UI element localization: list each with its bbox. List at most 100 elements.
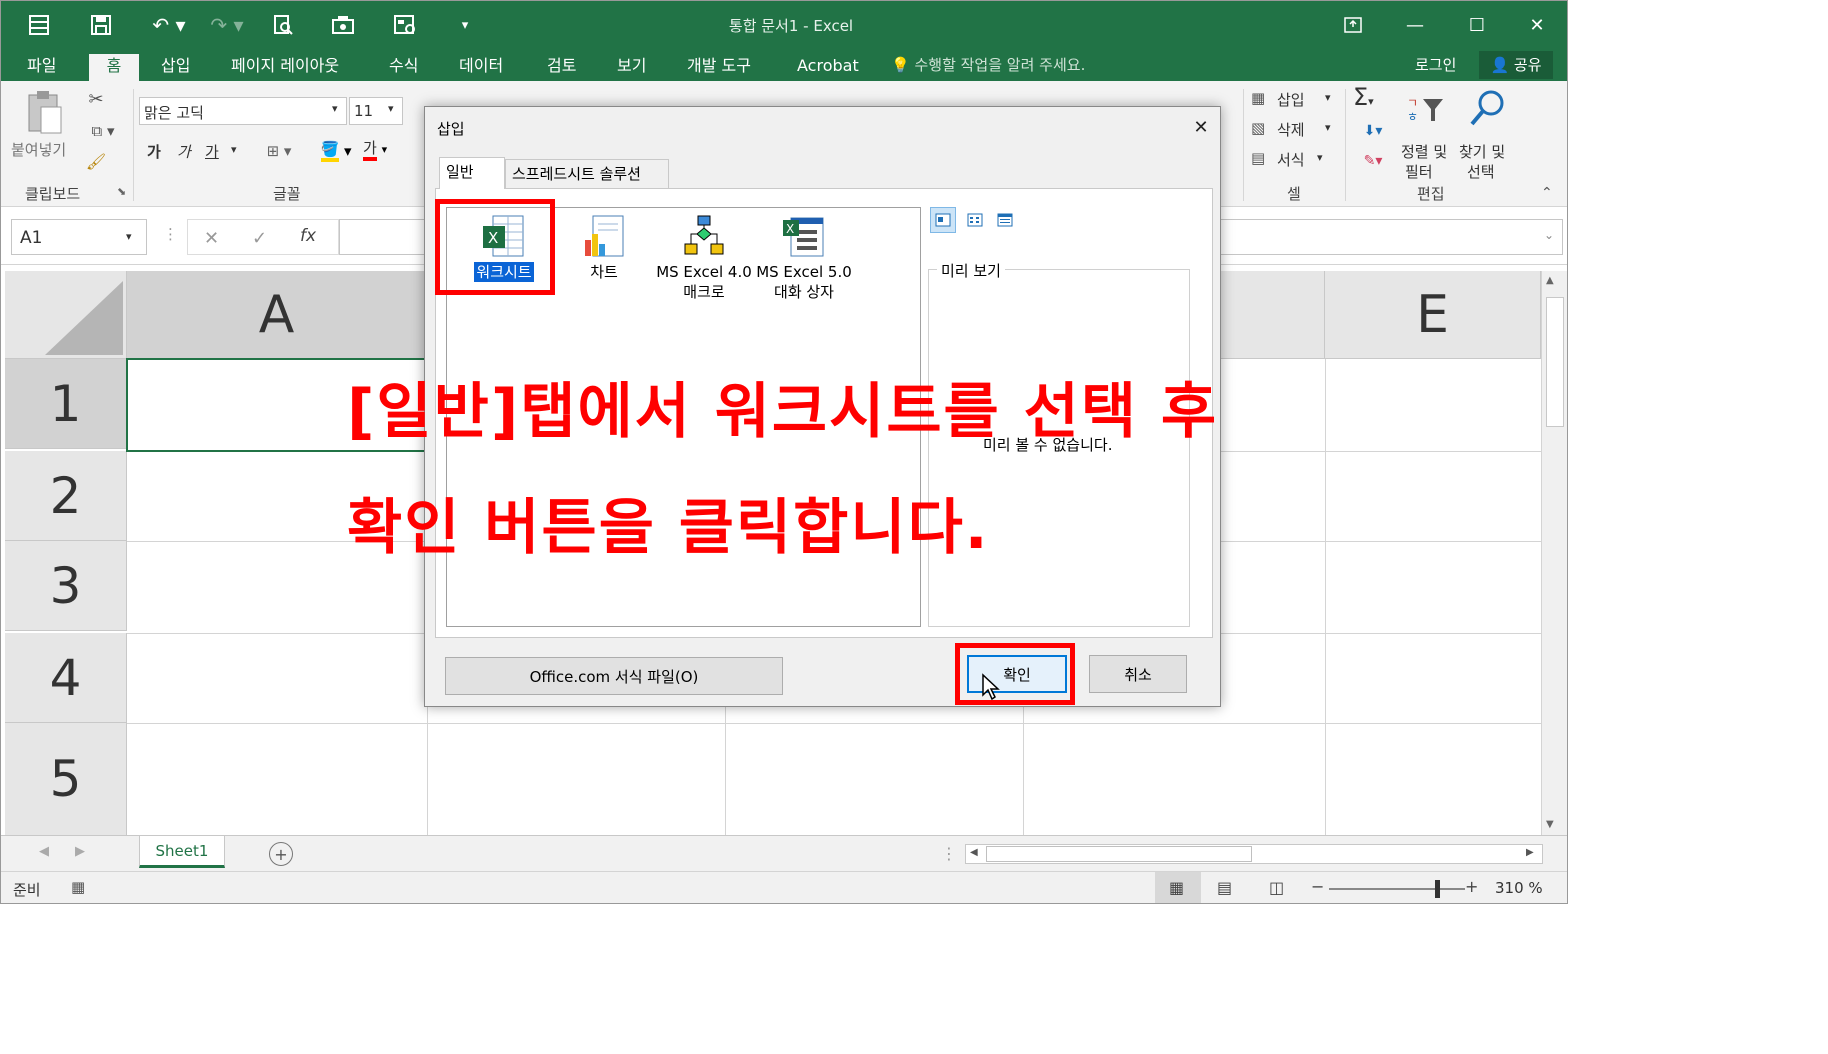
hscroll-splitter-icon[interactable]: ⋮ — [941, 844, 957, 863]
chevron-down-icon: ▾ — [388, 102, 394, 115]
previous-sheet-icon[interactable]: ◀ — [39, 844, 49, 859]
list-item-chart[interactable]: 차트 — [549, 214, 659, 282]
formula-bar-splitter-icon[interactable]: ⋮ — [163, 225, 178, 243]
sort-filter-button[interactable]: ㄱㅎ 정렬 및 필터 — [1401, 87, 1457, 181]
zoom-out-icon[interactable]: − — [1311, 877, 1324, 896]
group-separator — [133, 89, 134, 201]
list-item-excel5-dialog[interactable]: X MS Excel 5.0 대화 상자 — [749, 214, 859, 302]
tab-general[interactable]: 일반 — [439, 157, 505, 189]
autosum-button[interactable]: Σ▾ — [1353, 83, 1393, 111]
highlight-ok-box — [955, 643, 1075, 705]
row-header-1[interactable]: 1 — [5, 359, 127, 449]
paste-button[interactable]: 붙여넣기 — [11, 87, 75, 179]
fill-color-icon[interactable]: 🪣 ▾ — [315, 137, 357, 165]
tab-home[interactable]: 홈 — [89, 54, 139, 81]
row-header-3[interactable]: 3 — [5, 541, 127, 631]
tab-review[interactable]: 검토 — [539, 54, 584, 81]
office-templates-button[interactable]: Office.com 서식 파일(O) — [445, 657, 783, 695]
ribbon-display-options-icon[interactable] — [1333, 11, 1373, 39]
tab-spreadsheet-solutions[interactable]: 스프레드시트 솔루션 — [505, 159, 669, 189]
normal-view-icon[interactable]: ▦ — [1155, 872, 1201, 903]
cut-icon[interactable]: ✂ — [83, 87, 109, 111]
page-layout-view-icon[interactable]: ▤ — [1217, 878, 1232, 897]
row-header-4[interactable]: 4 — [5, 633, 127, 723]
close-icon[interactable]: ✕ — [1517, 11, 1557, 39]
border-icon[interactable]: ⊞ ▾ — [259, 139, 299, 163]
tab-file[interactable]: 파일 — [19, 54, 64, 81]
tab-acrobat[interactable]: Acrobat — [789, 54, 867, 81]
row-header-5[interactable]: 5 — [5, 723, 127, 835]
enter-icon[interactable]: ✓ — [252, 228, 267, 249]
list-item-excel4-macro[interactable]: MS Excel 4.0 매크로 — [649, 214, 759, 302]
zoom-in-icon[interactable]: + — [1465, 877, 1478, 896]
cancel-button[interactable]: 취소 — [1089, 655, 1187, 693]
tell-me-box[interactable]: 💡 수행할 작업을 알려 주세요. — [891, 53, 1085, 80]
list-view-icon[interactable] — [962, 207, 988, 233]
cells-format-button[interactable]: ▤ 서식 ▾ — [1251, 147, 1341, 171]
customize-quick-access-icon[interactable]: ▾ — [451, 11, 479, 39]
font-color-button[interactable]: 가 ▾ — [363, 137, 403, 165]
details-view-icon[interactable] — [992, 207, 1018, 233]
scroll-up-icon[interactable]: ▲ — [1546, 275, 1554, 286]
chevron-down-icon[interactable]: ▾ — [231, 143, 237, 156]
dialog-close-icon[interactable]: ✕ — [1187, 113, 1215, 141]
copy-icon[interactable]: ⧉ ▾ — [83, 119, 123, 143]
collapse-ribbon-icon[interactable]: ⌃ — [1541, 185, 1553, 201]
next-sheet-icon[interactable]: ▶ — [75, 844, 85, 859]
tab-view[interactable]: 보기 — [609, 54, 654, 81]
hscroll-thumb[interactable] — [986, 846, 1252, 862]
column-header-a[interactable]: A — [127, 271, 427, 359]
scroll-down-icon[interactable]: ▼ — [1546, 819, 1554, 830]
underline-button[interactable]: 가 — [205, 141, 219, 162]
zoom-slider-handle[interactable] — [1435, 880, 1440, 898]
quick-access-menu-icon[interactable] — [25, 11, 53, 39]
italic-button[interactable]: 가 — [177, 141, 191, 162]
camera-icon[interactable] — [329, 11, 357, 39]
row-header-2[interactable]: 2 — [5, 451, 127, 541]
signin-link[interactable]: 로그인 — [1415, 53, 1456, 77]
clear-eraser-icon[interactable]: ✎▾ — [1353, 149, 1393, 173]
save-icon[interactable] — [87, 11, 115, 39]
macro-record-icon[interactable]: ▦ — [71, 878, 85, 896]
cells-insert-button[interactable]: ▦ 삽입 ▾ — [1251, 87, 1341, 111]
expand-formula-icon[interactable]: ⌄ — [1544, 228, 1554, 242]
zoom-slider[interactable] — [1329, 888, 1465, 890]
form-icon[interactable] — [391, 11, 419, 39]
find-select-button[interactable]: 찾기 및 선택 — [1459, 87, 1519, 181]
vertical-scrollbar[interactable]: ▲ ▼ — [1541, 271, 1567, 835]
cancel-icon[interactable]: ✕ — [204, 228, 219, 249]
format-painter-icon[interactable]: 🖌 — [83, 149, 109, 173]
share-button[interactable]: 👤 공유 — [1479, 51, 1553, 79]
name-box[interactable]: A1 ▾ — [11, 219, 147, 255]
horizontal-scrollbar[interactable]: ◀ ▶ — [965, 844, 1543, 864]
font-size-combo[interactable]: 11 ▾ — [349, 97, 403, 125]
print-preview-icon[interactable] — [269, 11, 297, 39]
tab-data[interactable]: 데이터 — [451, 54, 511, 81]
tab-developer[interactable]: 개발 도구 — [679, 54, 759, 81]
tab-page-layout[interactable]: 페이지 레이아웃 — [223, 54, 347, 81]
insert-cells-icon: ▦ — [1251, 89, 1266, 107]
tab-formulas[interactable]: 수식 — [381, 54, 426, 81]
select-all-corner[interactable] — [5, 271, 127, 359]
scroll-right-icon[interactable]: ▶ — [1526, 847, 1534, 858]
minimize-icon[interactable]: — — [1395, 11, 1435, 39]
column-header-e[interactable]: E — [1325, 271, 1541, 359]
paste-icon — [28, 91, 62, 134]
cells-delete-button[interactable]: ▧ 삭제 ▾ — [1251, 117, 1341, 141]
bold-button[interactable]: 가 — [147, 141, 161, 162]
undo-icon[interactable]: ↶ ▾ — [147, 11, 191, 39]
scroll-thumb[interactable] — [1546, 297, 1564, 427]
sheet-tab-sheet1[interactable]: Sheet1 — [139, 836, 225, 868]
font-name-combo[interactable]: 맑은 고딕 ▾ — [139, 97, 347, 125]
redo-icon[interactable]: ↷ ▾ — [205, 11, 249, 39]
tab-insert[interactable]: 삽입 — [153, 54, 198, 81]
insert-function-icon[interactable]: fx — [300, 226, 316, 246]
large-icons-view-icon[interactable] — [930, 207, 956, 233]
add-sheet-icon[interactable]: + — [269, 842, 293, 866]
fill-down-icon[interactable]: ⬇▾ — [1353, 119, 1393, 143]
zoom-level[interactable]: 310 % — [1495, 879, 1543, 897]
dialog-launcher-icon[interactable]: ⬊ — [117, 185, 126, 198]
page-break-view-icon[interactable]: ◫ — [1269, 878, 1284, 897]
scroll-left-icon[interactable]: ◀ — [970, 847, 978, 858]
maximize-icon[interactable]: ☐ — [1457, 11, 1497, 39]
